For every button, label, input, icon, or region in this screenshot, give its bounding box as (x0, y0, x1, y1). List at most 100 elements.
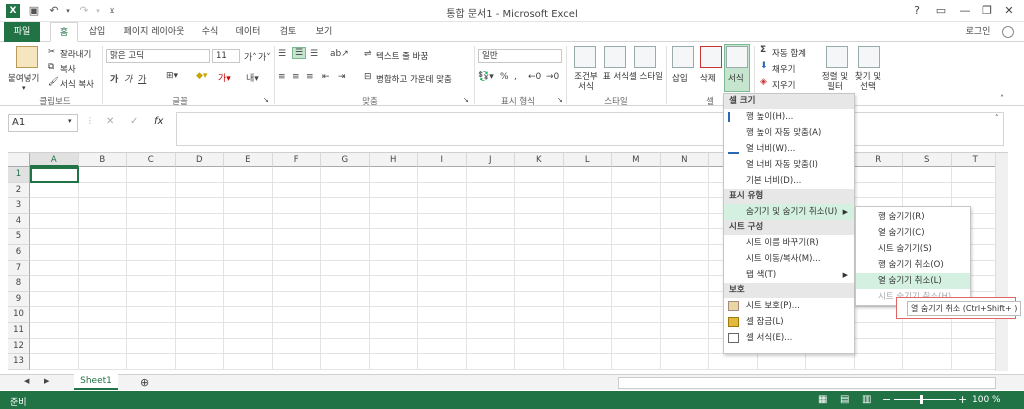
row-header[interactable]: 6 (8, 245, 30, 261)
tab-view[interactable]: 보기 (310, 22, 338, 42)
conditional-format-icon[interactable] (574, 46, 596, 68)
menu-item-hide-unhide[interactable]: 숨기기 및 숨기기 취소(U) ▶ (724, 204, 854, 220)
borders-icon[interactable]: ⊞▾ (166, 71, 178, 81)
insert-cells-icon[interactable] (672, 46, 694, 68)
name-box-dropdown-icon[interactable]: ▾ (68, 117, 72, 125)
menu-item-unhide-columns[interactable]: 열 숨기기 취소(L) (856, 273, 970, 289)
phonetic-icon[interactable]: 내▾ (246, 71, 259, 84)
decrease-decimal-icon[interactable]: →0 (546, 72, 559, 82)
menu-item-default-width[interactable]: 기본 너비(D)... (724, 173, 854, 189)
select-all-corner[interactable] (8, 153, 30, 167)
align-bottom-icon[interactable]: ☰ (310, 49, 318, 59)
clear-icon[interactable]: ◈ (760, 77, 767, 87)
tab-file[interactable]: 파일 (4, 22, 40, 42)
menu-item-tab-color[interactable]: 탭 색(T) ▶ (724, 267, 854, 283)
menu-item-autofit-column[interactable]: 열 너비 자동 맞춤(I) (724, 157, 854, 173)
menu-item-hide-columns[interactable]: 열 숨기기(C) (856, 225, 970, 241)
column-header[interactable]: H (369, 153, 418, 167)
column-header[interactable]: G (321, 153, 370, 167)
collapse-ribbon-icon[interactable]: ˄ (1000, 94, 1004, 103)
shrink-font-icon[interactable]: 가˅ (258, 50, 271, 63)
menu-item-hide-sheet[interactable]: 시트 숨기기(S) (856, 241, 970, 257)
column-header[interactable]: R (854, 153, 903, 167)
copy-button[interactable]: 복사 (60, 63, 76, 75)
italic-icon[interactable]: 가 (124, 72, 132, 85)
close-button[interactable]: ✕ (998, 2, 1020, 20)
column-header[interactable]: B (78, 153, 127, 167)
delete-cells-icon[interactable] (700, 46, 722, 68)
increase-decimal-icon[interactable]: ←0 (528, 72, 541, 82)
comma-icon[interactable]: , (514, 72, 517, 82)
format-as-table-icon[interactable] (604, 46, 626, 68)
accounting-icon[interactable]: 💱▾ (478, 72, 494, 82)
tab-page-layout[interactable]: 페이지 레이아웃 (116, 22, 192, 42)
prev-sheet-icon[interactable]: ◀ (24, 377, 29, 385)
font-name-dropdown[interactable]: 맑은 고딕 (106, 49, 210, 63)
paste-dropdown-icon[interactable]: ▾ (22, 84, 26, 92)
format-painter-button[interactable]: 서식 복사 (60, 78, 94, 90)
increase-indent-icon[interactable]: ⇥ (338, 72, 346, 82)
row-header[interactable]: 9 (8, 291, 30, 308)
row-header[interactable]: 8 (8, 276, 30, 292)
format-cells-button[interactable]: 서식 (728, 72, 744, 84)
row-header[interactable]: 7 (8, 260, 30, 277)
column-header[interactable]: N (660, 153, 709, 167)
page-break-view-icon[interactable]: ▥ (862, 394, 871, 405)
insert-cells-button[interactable]: 삽입 (672, 72, 688, 84)
cell-styles-button[interactable]: 셀 스타일 (628, 72, 664, 82)
menu-item-rename-sheet[interactable]: 시트 이름 바꾸기(R) (724, 235, 854, 251)
row-header[interactable]: 4 (8, 213, 30, 230)
menu-item-column-width[interactable]: 열 너비(W)... (724, 141, 854, 157)
find-select-button[interactable]: 찾기 및 선택 (852, 72, 884, 92)
row-header[interactable]: 10 (8, 307, 30, 323)
column-header[interactable]: D (175, 153, 224, 167)
ribbon-display-icon[interactable]: ▭ (930, 2, 952, 20)
number-dialog-launcher-icon[interactable]: ↘ (557, 96, 563, 104)
zoom-slider-thumb[interactable] (920, 395, 923, 404)
format-cells-icon[interactable] (726, 46, 748, 68)
align-left-icon[interactable]: ≡ (278, 72, 286, 82)
align-middle-icon[interactable]: ☰ (292, 47, 306, 59)
paste-icon[interactable] (16, 46, 38, 68)
conditional-format-button[interactable]: 조건부 서식 (570, 72, 602, 92)
fill-icon[interactable]: ⬇ (760, 61, 768, 71)
zoom-out-icon[interactable]: − (882, 393, 891, 406)
cancel-entry-icon[interactable]: ✕ (106, 116, 114, 127)
add-sheet-button[interactable]: ⊕ (140, 376, 149, 389)
align-center-icon[interactable]: ≡ (292, 72, 300, 82)
help-button[interactable]: ? (906, 2, 928, 20)
fill-button[interactable]: 채우기 (772, 63, 795, 75)
sheet-tab-sheet1[interactable]: Sheet1 (74, 374, 118, 390)
alignment-dialog-launcher-icon[interactable]: ↘ (463, 96, 469, 104)
normal-view-icon[interactable]: ▦ (818, 394, 827, 405)
cell-styles-icon[interactable] (634, 46, 656, 68)
restore-button[interactable]: ❐ (976, 2, 998, 20)
column-header[interactable]: C (127, 153, 176, 167)
bold-icon[interactable]: 가 (110, 72, 118, 85)
tab-formulas[interactable]: 수식 (196, 22, 224, 42)
cut-button[interactable]: 잘라내기 (60, 48, 91, 60)
zoom-slider[interactable] (894, 399, 956, 400)
cut-icon[interactable]: ✂ (48, 47, 55, 57)
align-right-icon[interactable]: ≡ (306, 72, 314, 82)
font-size-dropdown[interactable]: 11 (212, 49, 240, 63)
menu-item-protect-sheet[interactable]: 시트 보호(P)... (724, 298, 854, 314)
merge-center-button[interactable]: 병합하고 가운데 맞춤 (376, 73, 452, 85)
column-header[interactable]: J (466, 153, 515, 167)
next-sheet-icon[interactable]: ▶ (44, 377, 49, 385)
insert-function-icon[interactable]: fx (154, 116, 163, 127)
underline-icon[interactable]: 가 (138, 72, 146, 85)
tab-home[interactable]: 홈 (50, 22, 78, 42)
percent-icon[interactable]: % (500, 72, 509, 82)
user-avatar[interactable] (1002, 26, 1014, 38)
menu-item-autofit-row[interactable]: 행 높이 자동 맞춤(A) (724, 125, 854, 141)
column-header[interactable]: F (272, 153, 321, 167)
column-header[interactable]: S (903, 153, 952, 167)
row-header[interactable]: 2 (8, 182, 30, 199)
menu-item-format-cells[interactable]: 셀 서식(E)... (724, 330, 854, 346)
column-header[interactable]: I (418, 153, 467, 167)
row-header[interactable]: 11 (8, 323, 30, 339)
row-header[interactable]: 13 (8, 354, 30, 370)
column-header[interactable]: K (515, 153, 564, 167)
expand-formula-bar-icon[interactable]: ˄ (995, 114, 999, 122)
